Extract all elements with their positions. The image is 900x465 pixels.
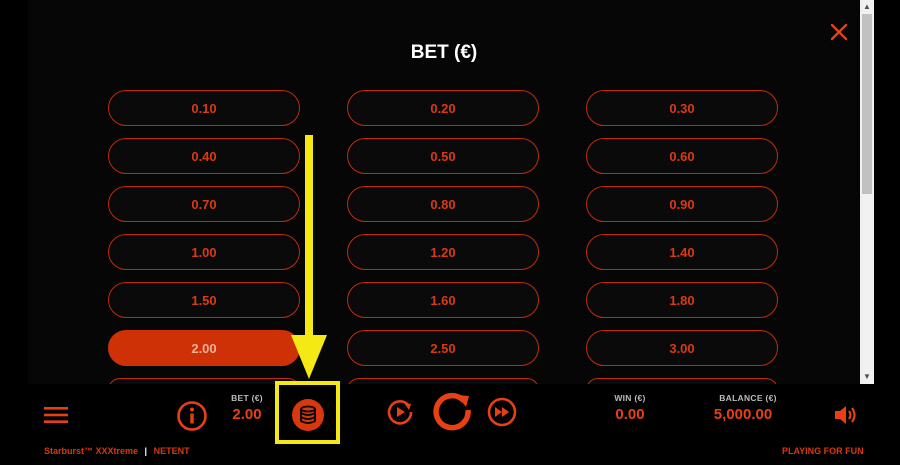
autoplay-icon[interactable]	[385, 397, 415, 427]
scroll-down-arrow-icon[interactable]: ▼	[860, 370, 874, 384]
scroll-up-arrow-icon[interactable]: ▲	[860, 0, 874, 14]
bet-option[interactable]: 0.40	[108, 138, 300, 174]
bet-option[interactable]: 1.20	[347, 234, 539, 270]
game-title: Starburst™ XXXtreme	[44, 446, 139, 456]
bet-option-selected[interactable]: 2.00	[108, 330, 300, 366]
close-icon[interactable]	[827, 20, 851, 44]
game-provider-footer: Starburst™ XXXtreme | NETENT	[44, 446, 190, 456]
balance-value: 5,000.00	[713, 406, 773, 423]
bet-option[interactable]: 0.70	[108, 186, 300, 222]
turbo-icon[interactable]	[487, 397, 517, 427]
bet-option[interactable]: 1.40	[586, 234, 778, 270]
bet-option[interactable]: 1.00	[108, 234, 300, 270]
bet-option[interactable]: 1.80	[586, 282, 778, 318]
sound-icon[interactable]	[833, 403, 859, 427]
balance-label: BALANCE (€)	[719, 393, 777, 403]
bet-option[interactable]: 1.60	[347, 282, 539, 318]
scrollbar[interactable]: ▲ ▼	[860, 0, 874, 384]
win-label: WIN (€)	[614, 393, 646, 403]
annotation-highlight-box	[275, 381, 340, 444]
annotation-arrow-icon	[291, 135, 327, 379]
menu-icon[interactable]	[44, 405, 68, 425]
bet-option[interactable]: 0.30	[586, 90, 778, 126]
play-mode-label: PLAYING FOR FUN	[782, 446, 864, 456]
bet-option[interactable]: 0.80	[347, 186, 539, 222]
bet-panel: BET (€) 0.10 0.20 0.30 0.40 0.50 0.60 0.…	[28, 0, 860, 384]
bet-option[interactable]: 1.50	[108, 282, 300, 318]
scroll-thumb[interactable]	[862, 14, 872, 194]
info-icon[interactable]	[176, 400, 208, 432]
bet-options-grid: 0.10 0.20 0.30 0.40 0.50 0.60 0.70 0.80 …	[108, 90, 780, 384]
bet-option[interactable]: 0.20	[347, 90, 539, 126]
bet-option[interactable]: 2.50	[347, 330, 539, 366]
win-value: 0.00	[615, 406, 645, 423]
bet-option[interactable]: 0.50	[347, 138, 539, 174]
bet-label: BET (€)	[231, 393, 263, 403]
bet-option[interactable]: 0.90	[586, 186, 778, 222]
bet-option[interactable]: 0.60	[586, 138, 778, 174]
bet-option[interactable]: 0.10	[108, 90, 300, 126]
bet-value: 2.00	[232, 406, 262, 423]
provider-name: NETENT	[153, 446, 190, 456]
bet-panel-title: BET (€)	[410, 42, 478, 63]
bet-option[interactable]: 3.00	[586, 330, 778, 366]
footer-separator: |	[144, 446, 148, 456]
spin-icon[interactable]	[431, 389, 473, 431]
